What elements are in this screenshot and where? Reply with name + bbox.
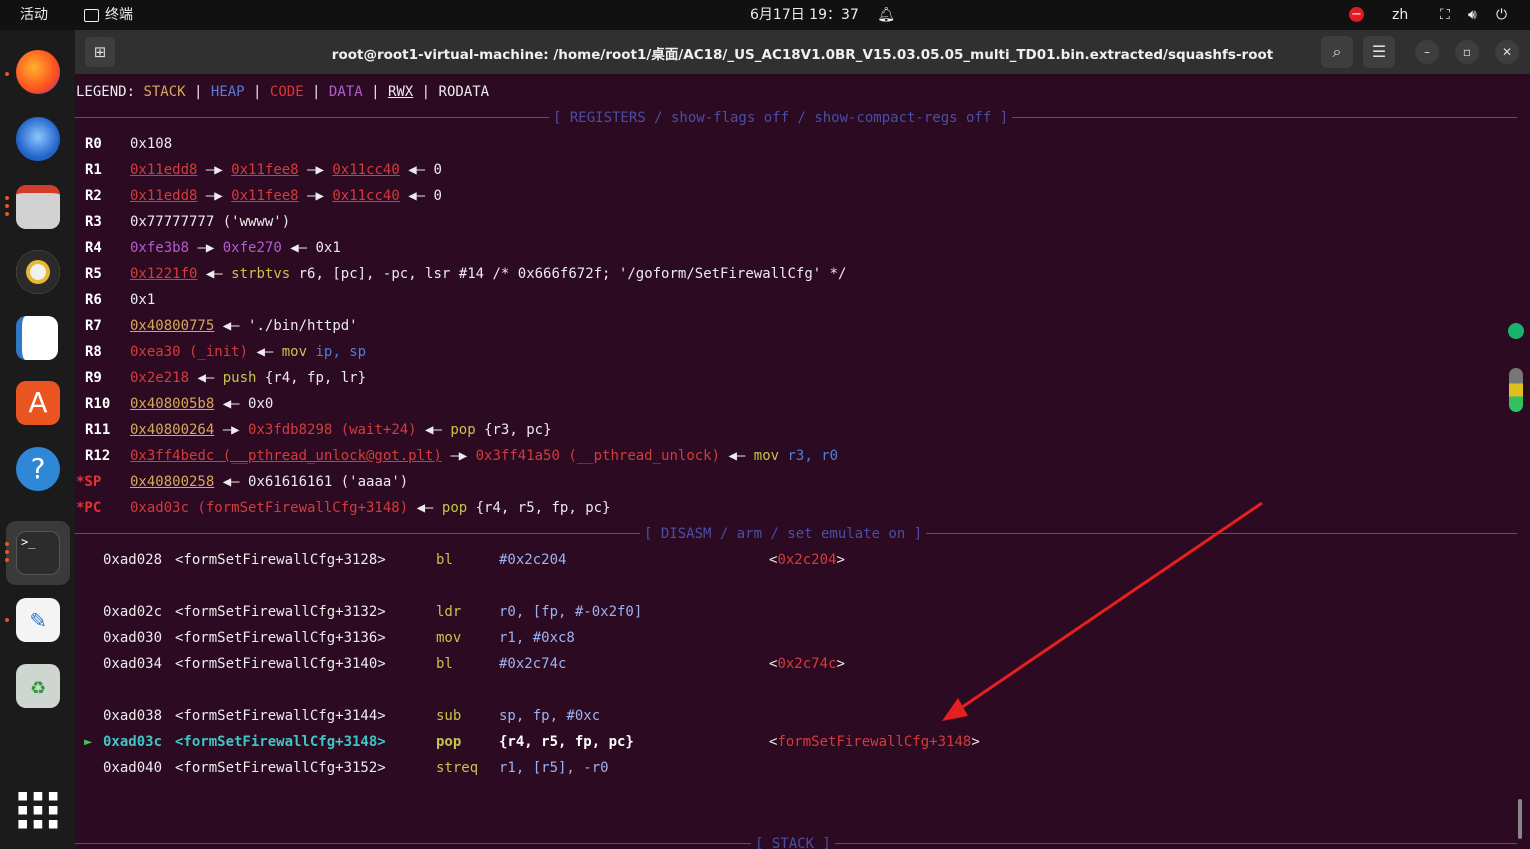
annotation-arrow xyxy=(942,501,1263,721)
annotation-arrow-head xyxy=(942,698,968,721)
annotation-arrow-line xyxy=(954,501,1263,714)
